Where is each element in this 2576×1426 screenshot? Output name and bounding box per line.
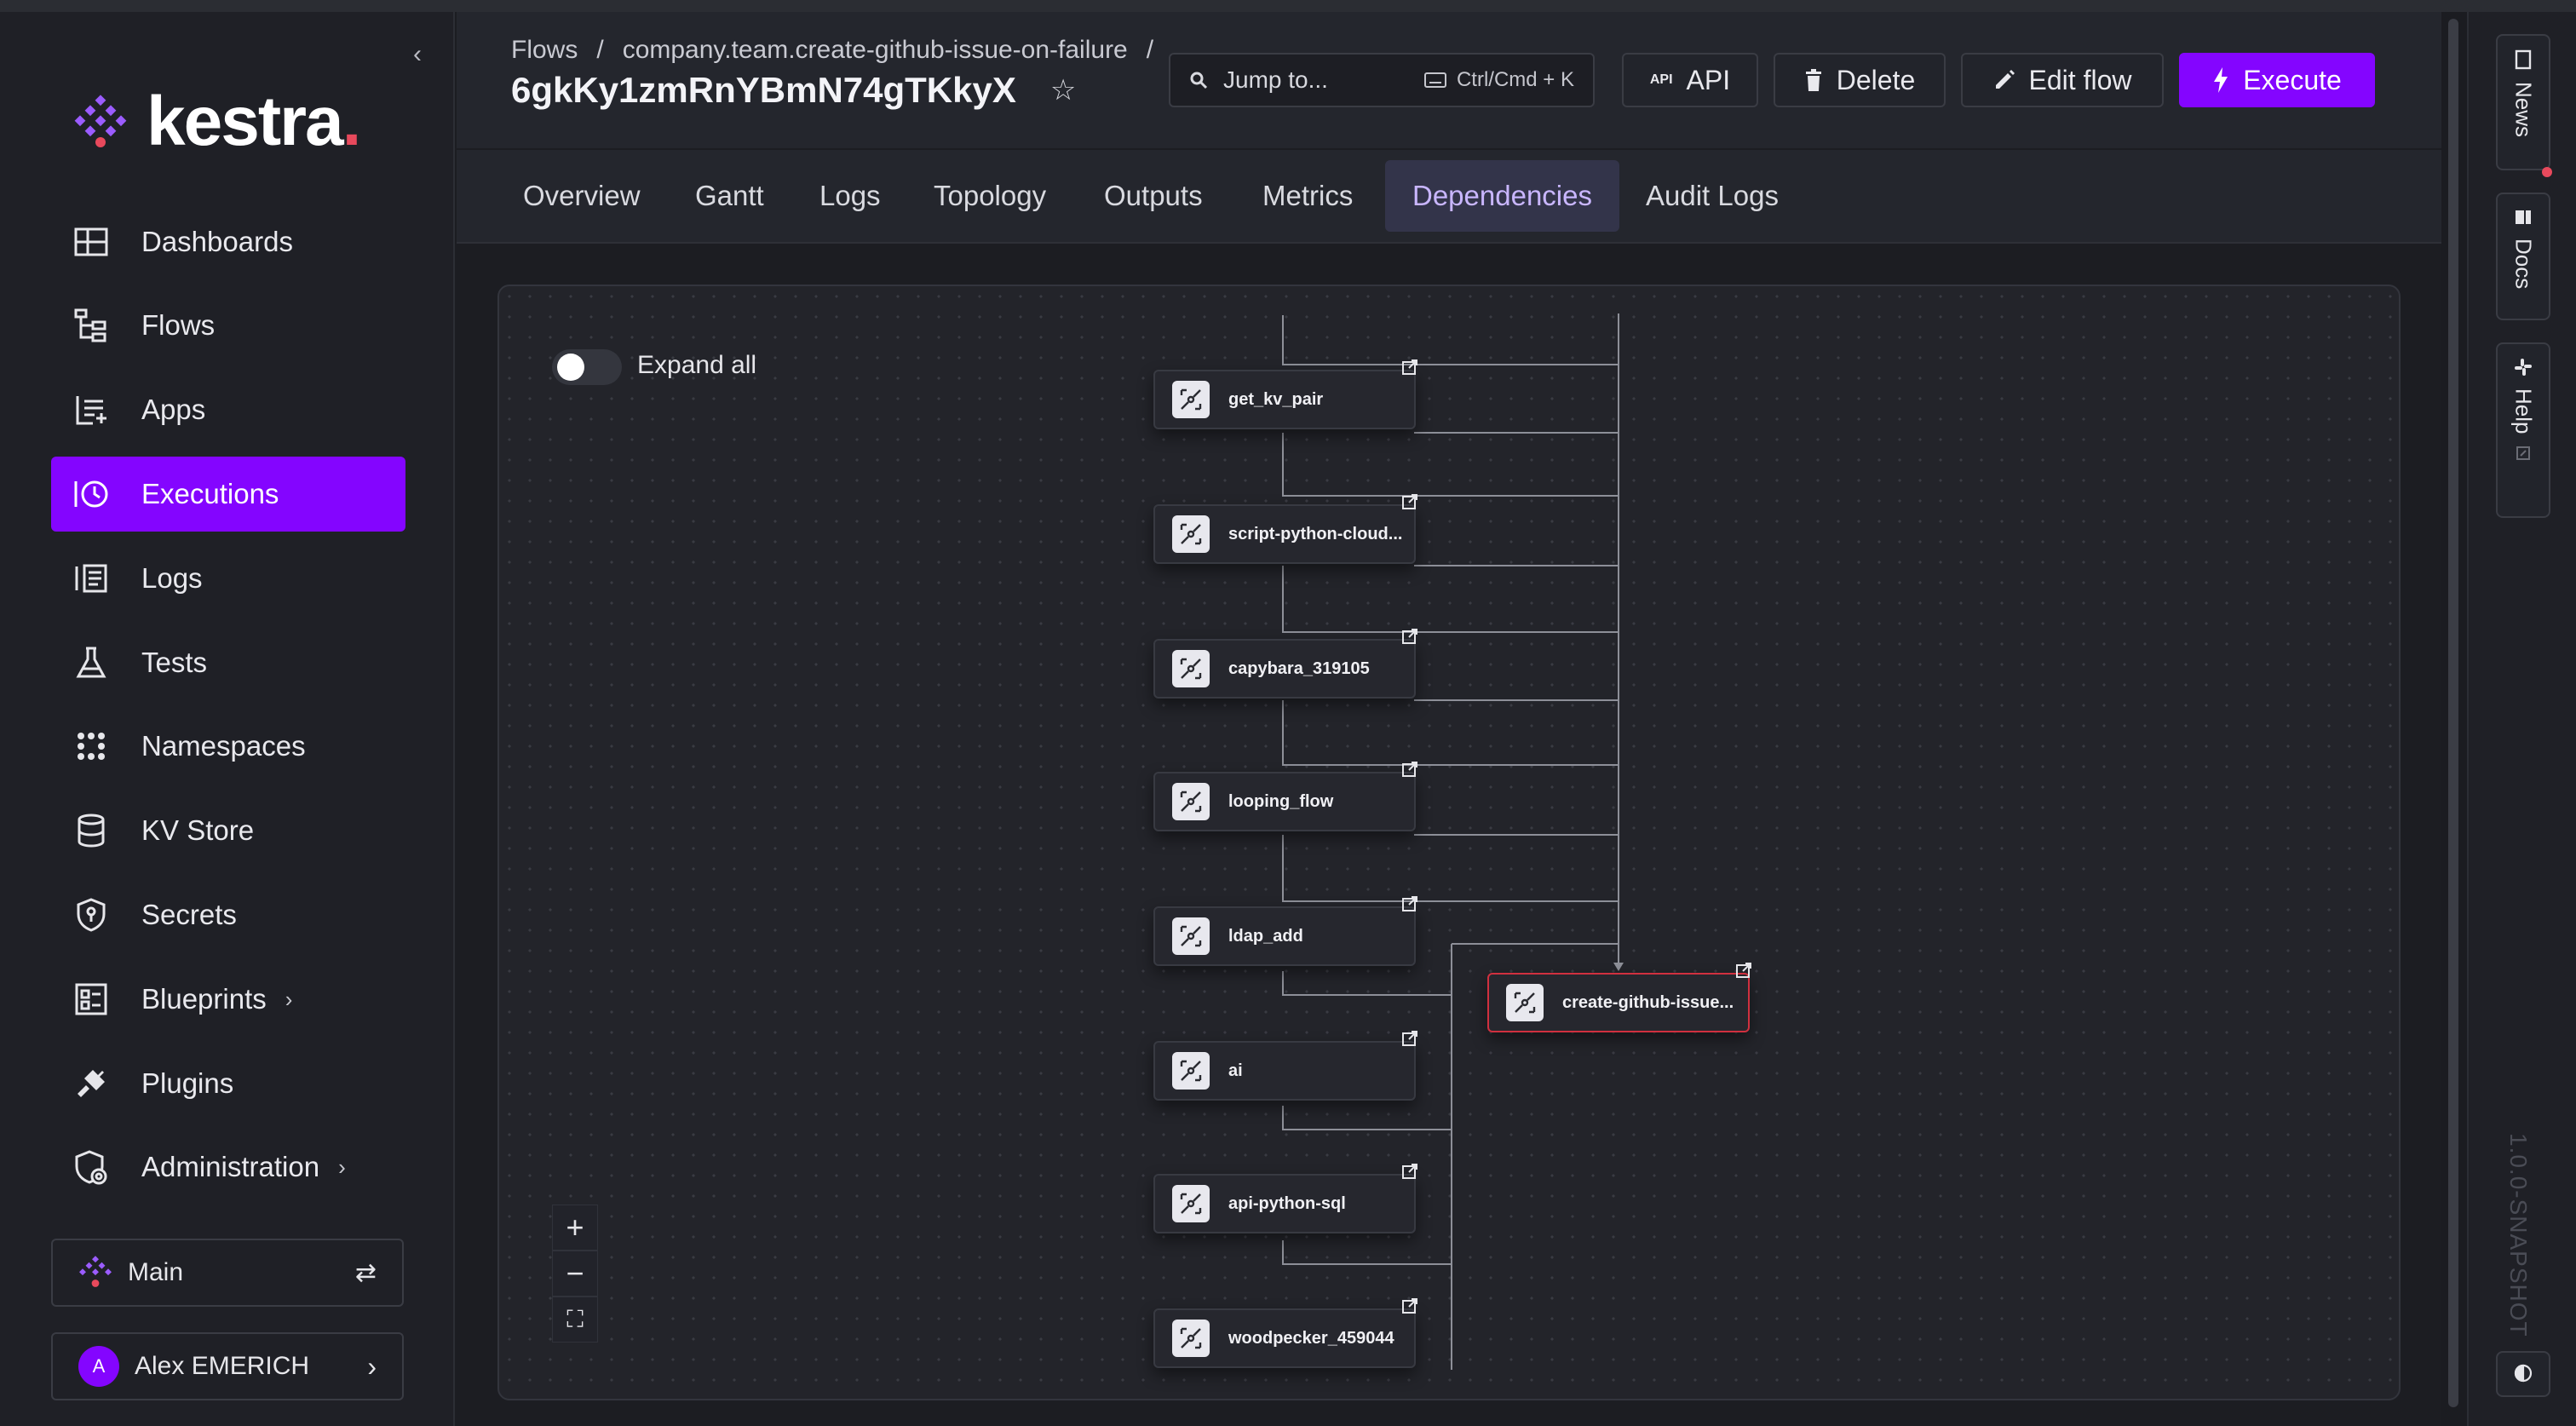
dependency-node[interactable]: script-python-cloud... [1153, 504, 1416, 564]
theme-toggle-button[interactable] [2496, 1351, 2550, 1397]
news-icon [2515, 49, 2532, 70]
dependency-node[interactable]: ldap_add [1153, 906, 1416, 966]
help-button[interactable]: Help [2496, 342, 2550, 518]
dependency-node[interactable]: capybara_319105 [1153, 639, 1416, 699]
expand-all-label: Expand all [637, 351, 757, 379]
docs-label: Docs [2510, 239, 2537, 290]
subflow-icon [1172, 1185, 1210, 1222]
dependency-node[interactable]: ai [1153, 1041, 1416, 1101]
dependency-node[interactable]: woodpecker_459044 [1153, 1308, 1416, 1368]
fit-view-button[interactable]: ⛶ [552, 1297, 598, 1343]
external-link-icon [2516, 446, 2530, 461]
external-link-icon[interactable] [1400, 760, 1419, 779]
version-label: 1.0.0-SNAPSHOT [2505, 1133, 2532, 1337]
node-label: ldap_add [1228, 926, 1303, 946]
subflow-icon [1172, 1052, 1210, 1090]
dependency-node[interactable]: looping_flow [1153, 772, 1416, 831]
theme-icon [2514, 1364, 2533, 1383]
dependency-node[interactable]: get_kv_pair [1153, 370, 1416, 429]
expand-all-toggle[interactable] [552, 349, 622, 385]
notification-dot [2542, 167, 2552, 177]
news-label: News [2510, 82, 2537, 138]
subflow-icon [1172, 650, 1210, 687]
node-label: script-python-cloud... [1228, 524, 1403, 543]
node-label: create-github-issue... [1562, 992, 1734, 1012]
external-link-icon[interactable] [1400, 894, 1419, 913]
external-link-icon[interactable] [1400, 492, 1419, 511]
node-label: get_kv_pair [1228, 389, 1324, 409]
node-label: looping_flow [1228, 791, 1334, 811]
external-link-icon[interactable] [1400, 627, 1419, 646]
external-link-icon[interactable] [1734, 961, 1753, 980]
slack-icon [2515, 359, 2532, 376]
docs-icon [2516, 210, 2531, 224]
node-label: ai [1228, 1061, 1243, 1080]
node-label: woodpecker_459044 [1228, 1328, 1394, 1348]
target-flow-node[interactable]: create-github-issue... [1487, 973, 1750, 1032]
external-link-icon[interactable] [1400, 1029, 1419, 1048]
external-link-icon[interactable] [1400, 1162, 1419, 1181]
scrollbar[interactable] [2448, 19, 2458, 1407]
help-label: Help [2510, 388, 2537, 434]
docs-button[interactable]: Docs [2496, 193, 2550, 320]
zoom-in-button[interactable]: + [552, 1205, 598, 1251]
node-label: api-python-sql [1228, 1193, 1346, 1213]
external-link-icon[interactable] [1400, 1297, 1419, 1315]
subflow-icon [1172, 783, 1210, 820]
subflow-icon [1172, 381, 1210, 418]
dependency-node[interactable]: api-python-sql [1153, 1174, 1416, 1233]
subflow-icon [1172, 515, 1210, 553]
news-button[interactable]: News [2496, 34, 2550, 170]
subflow-icon [1172, 1320, 1210, 1357]
subflow-icon [1172, 917, 1210, 955]
node-label: capybara_319105 [1228, 658, 1370, 678]
external-link-icon[interactable] [1400, 358, 1419, 377]
subflow-icon [1506, 984, 1544, 1021]
zoom-out-button[interactable]: − [552, 1251, 598, 1297]
